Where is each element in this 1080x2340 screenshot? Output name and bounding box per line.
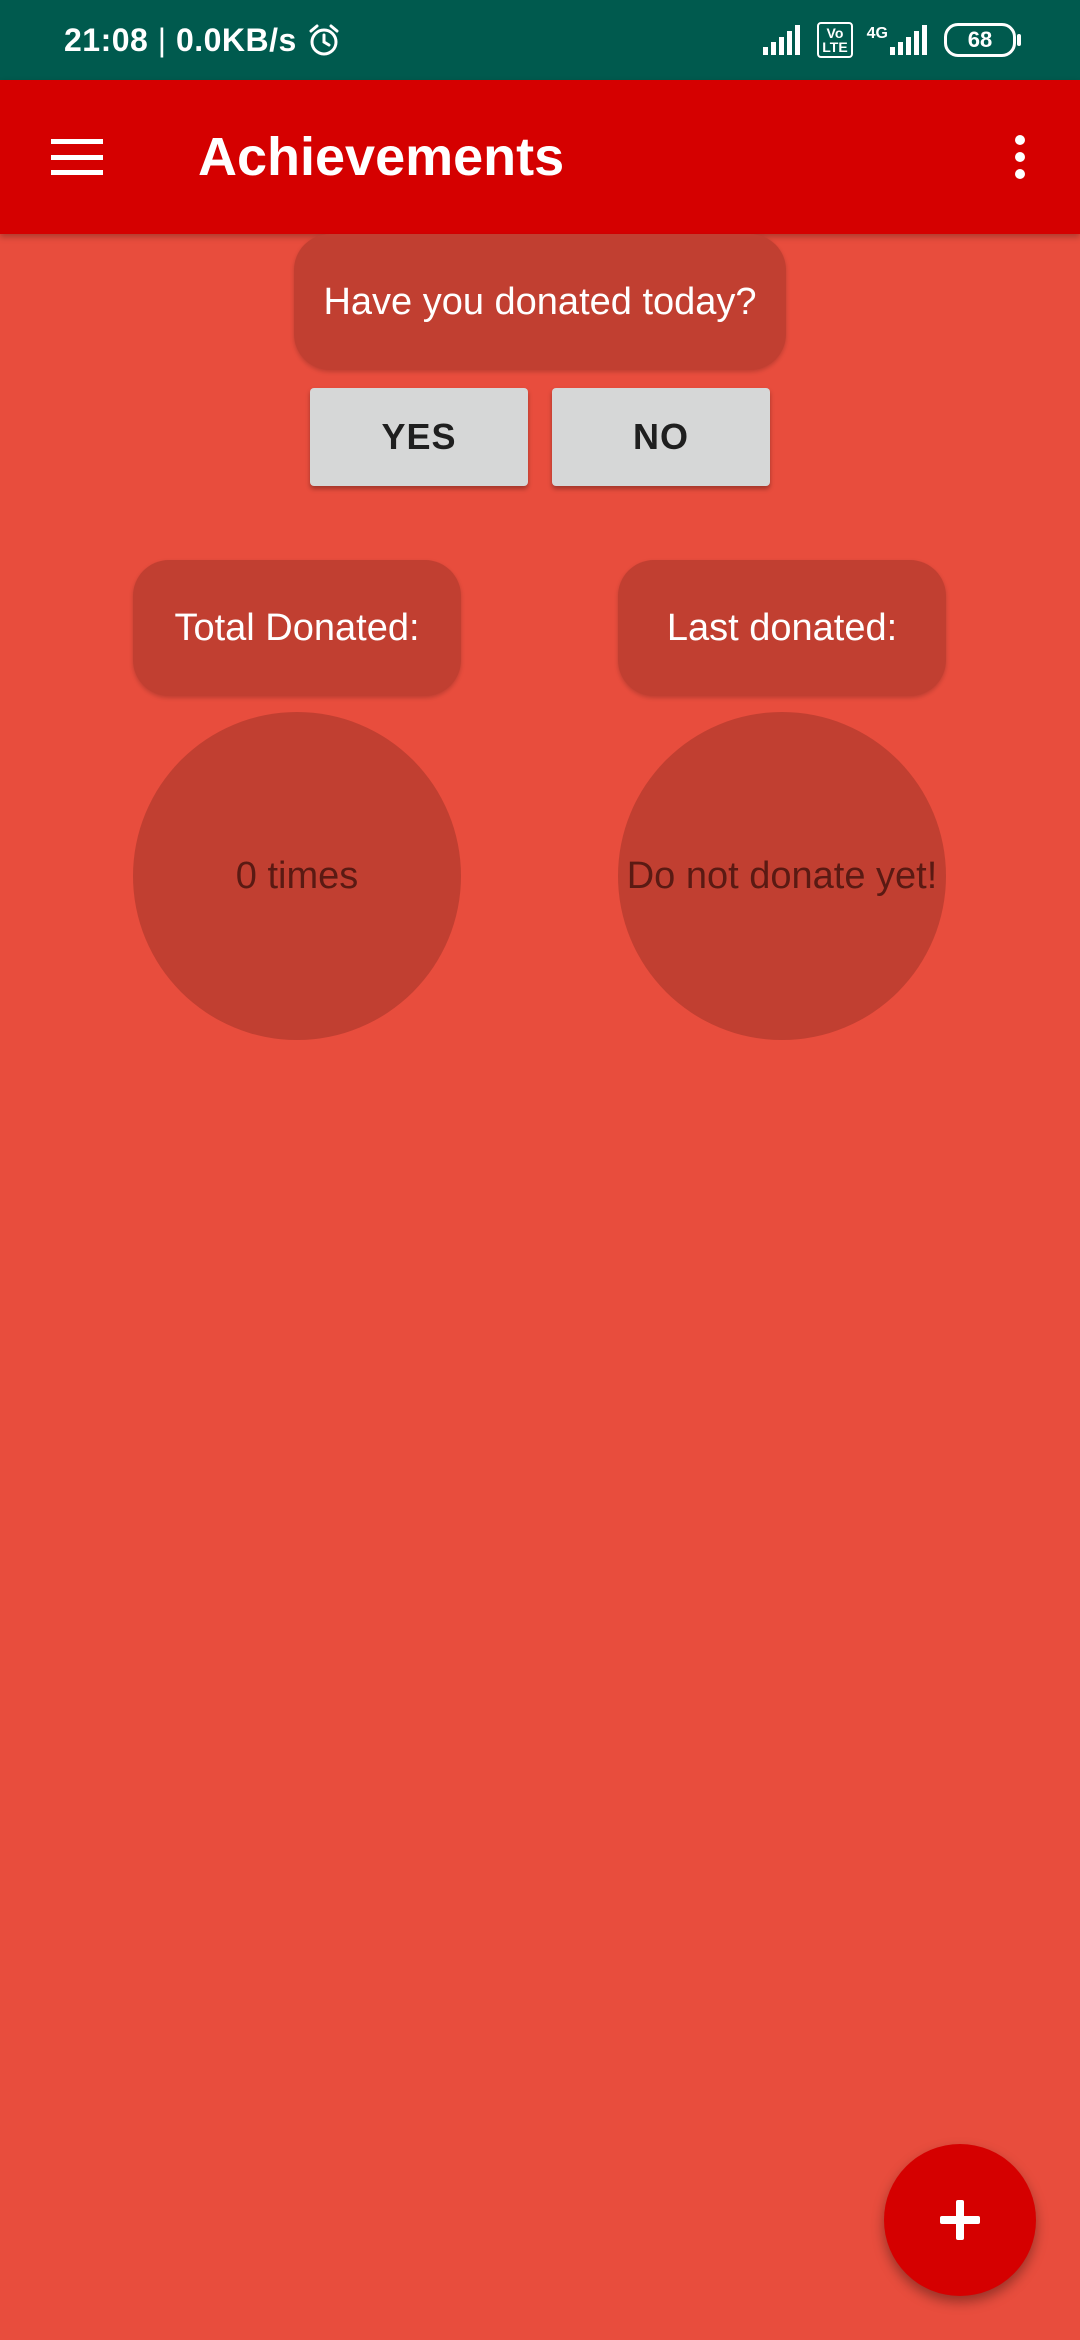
total-donated-label: Total Donated: [133, 560, 461, 696]
page-title: Achievements [198, 127, 565, 187]
status-left: 21:08 | 0.0KB/s [64, 22, 341, 59]
status-separator: | [148, 21, 176, 58]
signal-bars-icon [890, 25, 927, 55]
plus-icon [940, 2200, 980, 2240]
donated-today-question: Have you donated today? [294, 234, 786, 370]
volte-top-label: Vo [826, 25, 844, 41]
status-time: 21:08 [64, 21, 149, 58]
hamburger-menu-icon [51, 139, 103, 175]
last-donated-label: Last donated: [618, 560, 946, 696]
add-donation-fab[interactable] [884, 2144, 1036, 2296]
alarm-clock-icon [309, 24, 339, 56]
last-donated-value: Do not donate yet! [618, 712, 946, 1040]
battery-level: 68 [967, 27, 993, 52]
network-type-label: 4G [866, 25, 888, 42]
no-button[interactable]: NO [552, 388, 770, 486]
status-right: Vo LTE 4G 68 [763, 22, 1021, 58]
network-4g-indicator: 4G [867, 25, 930, 55]
volte-icon: Vo LTE [817, 22, 853, 58]
navigation-menu-button[interactable] [40, 127, 114, 187]
volte-bottom-label: LTE [822, 39, 848, 55]
battery-icon: 68 [944, 23, 1021, 57]
status-bar: 21:08 | 0.0KB/s Vo LTE 4G 68 [0, 0, 1080, 80]
more-vert-icon [1015, 135, 1025, 179]
status-network-speed: 0.0KB/s [175, 21, 297, 58]
more-options-button[interactable] [990, 127, 1050, 187]
signal-bars-icon [763, 25, 801, 55]
yes-button[interactable]: YES [310, 388, 528, 486]
total-donated-value: 0 times [133, 712, 461, 1040]
app-bar: Achievements [0, 80, 1080, 234]
